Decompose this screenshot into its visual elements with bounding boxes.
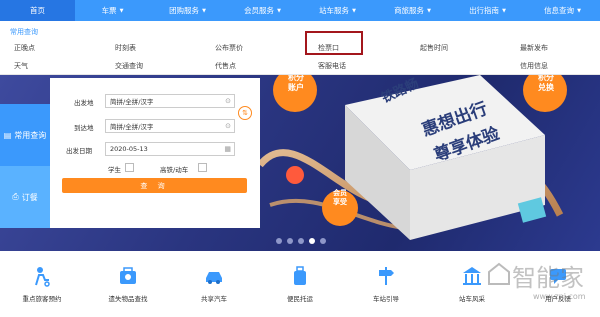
watermark-url: www.znj.com <box>533 292 586 301</box>
caret-down-icon: ▼ <box>427 7 431 14</box>
service-luggage[interactable]: 便民托运 <box>260 265 340 303</box>
from-label: 出发地 <box>74 99 94 107</box>
caret-down-icon: ▼ <box>119 7 124 14</box>
carousel-dot[interactable] <box>298 238 304 244</box>
nav-member[interactable]: 会员服务 ▼ <box>225 0 300 21</box>
nav-home[interactable]: 首页 <box>0 0 75 21</box>
to-label: 到达地 <box>74 124 94 132</box>
watermark-logo-icon <box>488 262 510 285</box>
nav-label: 车票 <box>101 6 117 15</box>
caret-down-icon: ▼ <box>502 7 506 14</box>
carousel-dot[interactable] <box>276 238 282 244</box>
date-label: 出发日期 <box>66 147 92 155</box>
date-value: 2020-05-13 <box>110 145 148 153</box>
menu-item-traffic[interactable]: 交通查询 <box>115 61 143 71</box>
caret-down-icon: ▼ <box>352 7 356 14</box>
carousel-dots <box>276 238 326 244</box>
from-placeholder: 简拼/全拼/汉字 <box>110 98 154 106</box>
nav-tickets[interactable]: 车票 ▼ <box>75 0 150 21</box>
passenger-icon <box>35 267 50 287</box>
station-icon <box>463 267 481 285</box>
meal-icon: ⎙ <box>12 192 19 201</box>
to-input[interactable]: 简拼/全拼/汉字 ⊙ <box>105 119 235 133</box>
menu-item-agency[interactable]: 代售点 <box>215 61 236 71</box>
service-label: 车站引导 <box>373 295 399 303</box>
lost-item-icon <box>120 267 136 284</box>
from-input[interactable]: 简拼/全拼/汉字 ⊙ <box>105 94 235 108</box>
watermark: 智能家 www.znj.com <box>487 258 597 313</box>
menu-item-credit[interactable]: 信用信息 <box>520 61 548 71</box>
service-signpost[interactable]: 车站引导 <box>346 265 426 303</box>
query-button[interactable]: 查 询 <box>62 178 247 193</box>
nav-label: 商旅服务 <box>394 6 425 15</box>
nav-station[interactable]: 站车服务 ▼ <box>300 0 375 21</box>
carousel-dot-active[interactable] <box>309 238 315 244</box>
nav-business[interactable]: 商旅服务 ▼ <box>375 0 450 21</box>
dropdown-title: 常用查询 <box>10 28 38 36</box>
service-label: 共享汽车 <box>201 295 227 303</box>
nav-label: 团购服务 <box>169 6 200 15</box>
luggage-icon <box>294 266 306 285</box>
swap-icon: ⇅ <box>242 109 248 117</box>
tab-order-meal[interactable]: ⎙ 订餐 <box>0 166 50 228</box>
query-icon: ▤ <box>3 130 12 140</box>
service-label: 便民托运 <box>287 295 313 303</box>
points-exchange-badge: 积分 兑换 <box>538 75 554 92</box>
gate-highlight-box <box>305 31 363 55</box>
location-icon: ⊙ <box>225 97 231 105</box>
calendar-icon: ▦ <box>224 145 231 153</box>
gaotie-label: 高铁/动车 <box>160 166 189 174</box>
watermark-text: 智能家 <box>512 264 584 292</box>
student-checkbox[interactable] <box>125 163 134 172</box>
location-icon: ⊙ <box>225 122 231 130</box>
car-icon <box>206 272 222 284</box>
caret-down-icon: ▼ <box>202 7 206 14</box>
menu-item-timetable[interactable]: 时刻表 <box>115 43 136 53</box>
service-car[interactable]: 共享汽车 <box>174 265 254 303</box>
menu-item-delay[interactable]: 正晚点 <box>14 43 35 53</box>
tab-label: 订餐 <box>21 192 38 202</box>
info-query-dropdown: 常用查询 正晚点 时刻表 公布票价 检票口 起售时间 最新发布 天气 交通查询 … <box>0 21 600 75</box>
service-lost-item[interactable]: 遗失物品查找 <box>88 265 168 303</box>
member-badge: 会员 享受 <box>333 189 347 206</box>
side-tabs: ▤ 常用查询 ⎙ 订餐 <box>0 104 50 228</box>
service-label: 站车风采 <box>459 295 485 303</box>
service-passenger[interactable]: 重点旅客预约 <box>2 265 82 303</box>
nav-label: 出行指南 <box>469 6 500 15</box>
menu-item-sale-time[interactable]: 起售时间 <box>420 43 448 53</box>
student-label: 学生 <box>108 166 121 174</box>
tab-label: 常用查询 <box>14 130 47 140</box>
swap-button[interactable]: ⇅ <box>238 106 252 120</box>
nav-label: 信息查询 <box>544 6 575 15</box>
nav-label: 首页 <box>30 6 45 15</box>
service-label: 重点旅客预约 <box>22 295 62 303</box>
points-account-badge: 积分 账户 <box>288 75 304 92</box>
top-nav: 首页 车票 ▼ 团购服务 ▼ 会员服务 ▼ 站车服务 ▼ 商旅服务 ▼ 出行指南 ▼ 信息查… <box>0 0 600 21</box>
tab-common-query[interactable]: ▤ 常用查询 <box>0 104 50 166</box>
nav-info[interactable]: 信息查询 ▼ <box>525 0 600 21</box>
menu-item-weather[interactable]: 天气 <box>14 61 28 71</box>
gaotie-checkbox[interactable] <box>198 163 207 172</box>
carousel-dot[interactable] <box>320 238 326 244</box>
to-placeholder: 简拼/全拼/汉字 <box>110 123 154 131</box>
nav-label: 会员服务 <box>244 6 275 15</box>
menu-item-service-phone[interactable]: 客服电话 <box>318 61 346 71</box>
nav-guide[interactable]: 出行指南 ▼ <box>450 0 525 21</box>
date-input[interactable]: 2020-05-13 ▦ <box>105 142 235 156</box>
nav-label: 站车服务 <box>319 6 350 15</box>
ticket-query-form: 出发地 简拼/全拼/汉字 ⊙ ⇅ 到达地 简拼/全拼/汉字 ⊙ 出发日期 202… <box>50 78 260 228</box>
signpost-icon <box>379 267 394 285</box>
service-label: 遗失物品查找 <box>108 295 148 303</box>
menu-item-latest[interactable]: 最新发布 <box>520 43 548 53</box>
nav-group[interactable]: 团购服务 ▼ <box>150 0 225 21</box>
menu-item-fare[interactable]: 公布票价 <box>215 43 243 53</box>
carousel-dot[interactable] <box>287 238 293 244</box>
caret-down-icon: ▼ <box>577 7 581 14</box>
caret-down-icon: ▼ <box>277 7 281 14</box>
